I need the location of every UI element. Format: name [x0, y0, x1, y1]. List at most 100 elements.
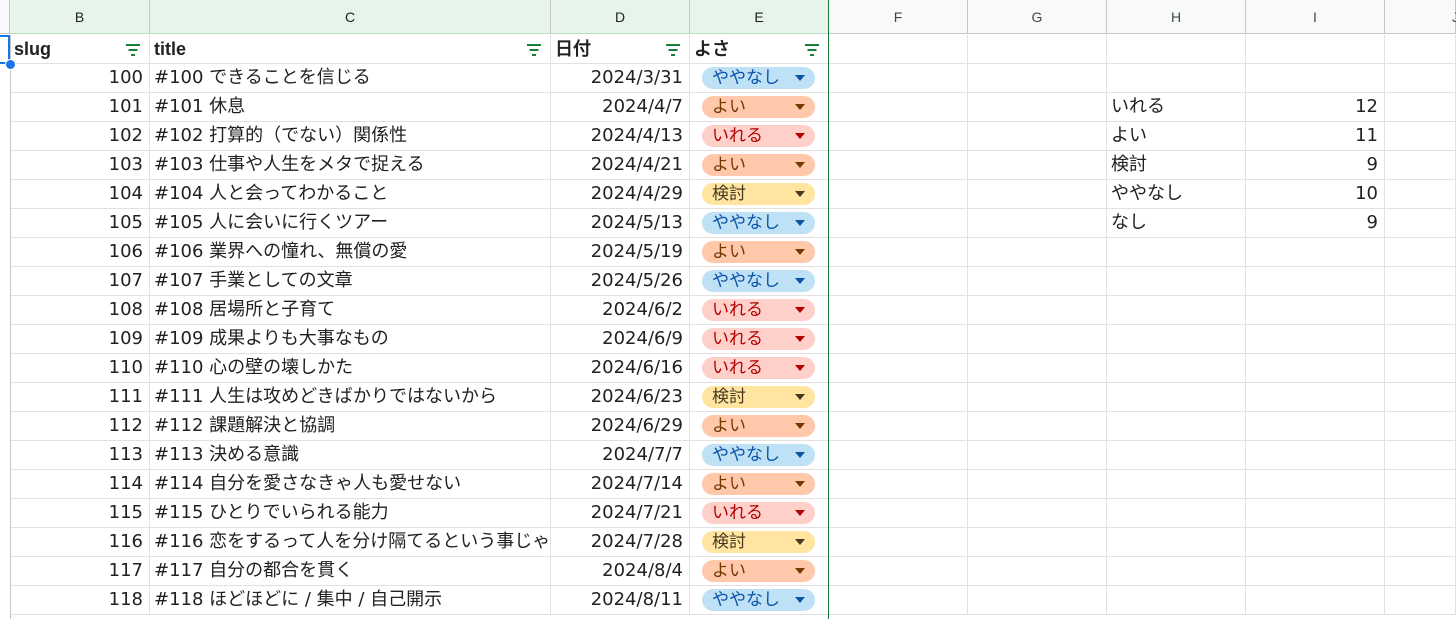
empty-cell[interactable] [1246, 354, 1385, 383]
date-cell[interactable]: 2024/4/7 [551, 93, 690, 122]
status-chip[interactable]: 検討 [702, 183, 815, 205]
empty-cell[interactable] [829, 296, 968, 325]
status-cell[interactable]: よい [690, 412, 829, 441]
status-chip[interactable]: よい [702, 154, 815, 176]
slug-cell[interactable]: 110 [10, 354, 150, 383]
empty-cell[interactable] [968, 267, 1107, 296]
empty-cell[interactable] [829, 441, 968, 470]
empty-cell[interactable] [968, 528, 1107, 557]
title-cell[interactable]: #118 ほどほどに / 集中 / 自己開示 [150, 586, 551, 615]
empty-cell[interactable] [1385, 557, 1456, 586]
empty-cell[interactable] [829, 93, 968, 122]
empty-cell[interactable] [1385, 586, 1456, 615]
empty-cell[interactable] [1107, 383, 1246, 412]
status-cell[interactable]: 検討 [690, 383, 829, 412]
dropdown-arrow-icon[interactable] [795, 394, 805, 400]
status-cell[interactable]: ややなし [690, 209, 829, 238]
status-cell[interactable]: よい [690, 93, 829, 122]
title-cell[interactable]: #113 決める意識 [150, 441, 551, 470]
empty-cell[interactable] [968, 93, 1107, 122]
date-cell[interactable]: 2024/7/7 [551, 441, 690, 470]
title-cell[interactable]: #103 仕事や人生をメタで捉える [150, 151, 551, 180]
status-chip[interactable]: いれる [702, 299, 815, 321]
empty-cell[interactable] [1385, 325, 1456, 354]
status-chip[interactable]: ややなし [702, 67, 815, 89]
empty-cell[interactable] [1107, 470, 1246, 499]
filter-icon[interactable] [125, 44, 141, 56]
status-cell[interactable]: いれる [690, 499, 829, 528]
empty-cell[interactable] [829, 209, 968, 238]
empty-cell[interactable] [1107, 238, 1246, 267]
slug-cell[interactable]: 108 [10, 296, 150, 325]
dropdown-arrow-icon[interactable] [795, 191, 805, 197]
slug-cell[interactable]: 100 [10, 64, 150, 93]
filter-icon[interactable] [526, 44, 542, 56]
summary-count-cell[interactable]: 10 [1246, 180, 1385, 209]
dropdown-arrow-icon[interactable] [795, 104, 805, 110]
empty-cell[interactable] [968, 557, 1107, 586]
empty-cell[interactable] [1385, 238, 1456, 267]
empty-cell[interactable] [1107, 35, 1246, 64]
empty-cell[interactable] [829, 180, 968, 209]
status-cell[interactable]: ややなし [690, 441, 829, 470]
slug-cell[interactable]: 111 [10, 383, 150, 412]
empty-cell[interactable] [1246, 441, 1385, 470]
date-cell[interactable]: 2024/3/31 [551, 64, 690, 93]
slug-cell[interactable]: 109 [10, 325, 150, 354]
dropdown-arrow-icon[interactable] [795, 278, 805, 284]
empty-cell[interactable] [1385, 64, 1456, 93]
slug-cell[interactable]: 116 [10, 528, 150, 557]
column-header-i[interactable]: I [1246, 0, 1385, 34]
empty-cell[interactable] [1246, 499, 1385, 528]
slug-cell[interactable]: 117 [10, 557, 150, 586]
status-chip[interactable]: よい [702, 560, 815, 582]
empty-cell[interactable] [1246, 383, 1385, 412]
slug-cell[interactable]: 112 [10, 412, 150, 441]
dropdown-arrow-icon[interactable] [795, 597, 805, 603]
empty-cell[interactable] [829, 470, 968, 499]
status-cell[interactable]: いれる [690, 325, 829, 354]
title-cell[interactable]: #101 休息 [150, 93, 551, 122]
dropdown-arrow-icon[interactable] [795, 75, 805, 81]
empty-cell[interactable] [829, 122, 968, 151]
date-cell[interactable]: 2024/7/28 [551, 528, 690, 557]
empty-cell[interactable] [1107, 441, 1246, 470]
empty-cell[interactable] [968, 499, 1107, 528]
empty-cell[interactable] [968, 238, 1107, 267]
title-cell[interactable]: #105 人に会いに行くツアー [150, 209, 551, 238]
dropdown-arrow-icon[interactable] [795, 481, 805, 487]
empty-cell[interactable] [1107, 354, 1246, 383]
empty-cell[interactable] [968, 180, 1107, 209]
empty-cell[interactable] [829, 238, 968, 267]
empty-cell[interactable] [968, 412, 1107, 441]
empty-cell[interactable] [1246, 35, 1385, 64]
title-cell[interactable]: #115 ひとりでいられる能力 [150, 499, 551, 528]
empty-cell[interactable] [1385, 296, 1456, 325]
summary-label-cell[interactable]: よい [1107, 122, 1246, 151]
slug-cell[interactable]: 102 [10, 122, 150, 151]
empty-cell[interactable] [829, 267, 968, 296]
status-cell[interactable]: いれる [690, 296, 829, 325]
empty-cell[interactable] [968, 151, 1107, 180]
status-cell[interactable]: よい [690, 151, 829, 180]
status-chip[interactable]: ややなし [702, 589, 815, 611]
status-chip[interactable]: よい [702, 241, 815, 263]
date-cell[interactable]: 2024/7/14 [551, 470, 690, 499]
slug-cell[interactable]: 107 [10, 267, 150, 296]
date-cell[interactable]: 2024/5/19 [551, 238, 690, 267]
title-cell[interactable]: #104 人と会ってわかること [150, 180, 551, 209]
dropdown-arrow-icon[interactable] [795, 336, 805, 342]
summary-count-cell[interactable]: 9 [1246, 209, 1385, 238]
empty-cell[interactable] [829, 64, 968, 93]
empty-cell[interactable] [1107, 267, 1246, 296]
empty-cell[interactable] [968, 35, 1107, 64]
empty-cell[interactable] [1385, 470, 1456, 499]
empty-cell[interactable] [829, 557, 968, 586]
empty-cell[interactable] [1385, 180, 1456, 209]
empty-cell[interactable] [829, 528, 968, 557]
empty-cell[interactable] [1385, 383, 1456, 412]
date-cell[interactable]: 2024/6/23 [551, 383, 690, 412]
status-chip[interactable]: いれる [702, 328, 815, 350]
date-cell[interactable]: 2024/6/2 [551, 296, 690, 325]
title-cell[interactable]: #102 打算的（でない）関係性 [150, 122, 551, 151]
